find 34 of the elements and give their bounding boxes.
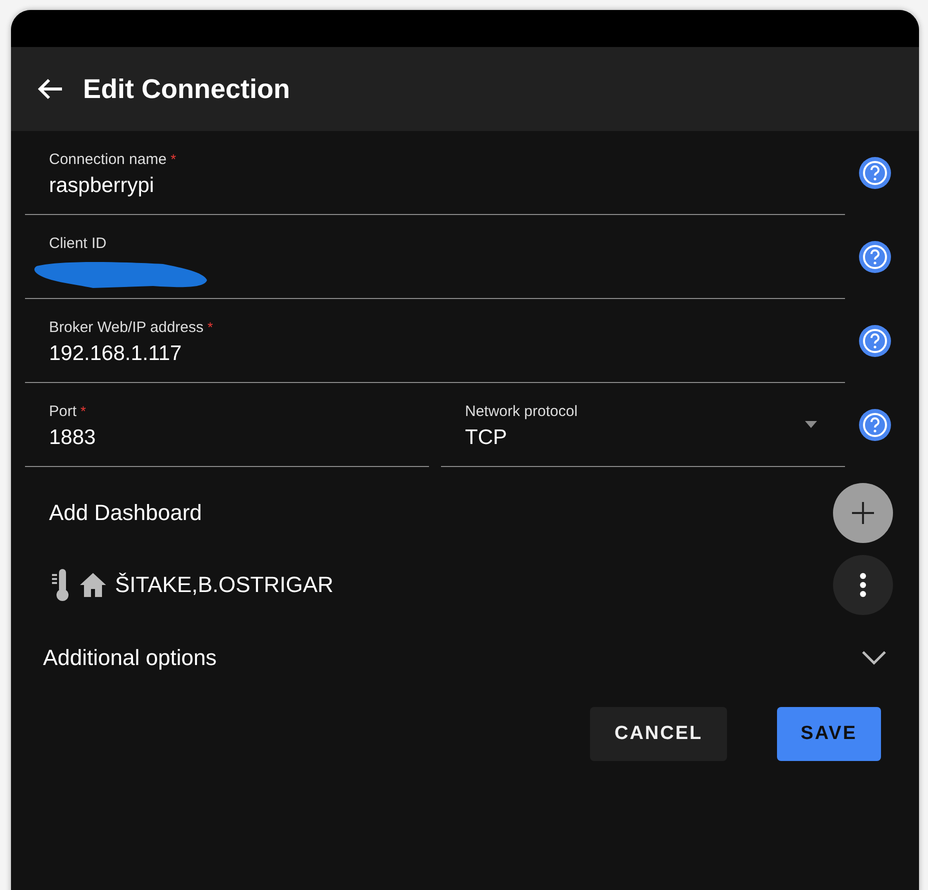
required-asterisk: * <box>208 319 213 335</box>
field-label: Port <box>49 403 77 420</box>
section-label: Add Dashboard <box>49 500 202 526</box>
protocol-dropdown[interactable]: Network protocol TCP <box>441 383 845 467</box>
help-icon[interactable] <box>859 409 891 441</box>
home-icon <box>79 572 107 598</box>
field-label: Connection name <box>49 151 167 168</box>
page-title: Edit Connection <box>83 74 290 104</box>
field-value: 1883 <box>49 426 97 450</box>
required-asterisk: * <box>80 403 86 419</box>
input-field[interactable]: Connection name * raspberrypi <box>25 131 845 215</box>
input-field[interactable]: Broker Web/IP address * 192.168.1.117 <box>25 299 845 383</box>
plus-icon <box>851 501 875 525</box>
help-icon[interactable] <box>859 325 891 357</box>
field-value: TCP <box>465 426 508 450</box>
thermometer-icon <box>49 567 71 603</box>
help-icon[interactable] <box>859 241 891 273</box>
field-label: Network protocol <box>465 403 578 420</box>
dashboard-name: ŠITAKE,B.OSTRIGAR <box>115 572 334 598</box>
input-field[interactable]: Client ID <box>25 215 845 299</box>
field-value: 192.168.1.117 <box>49 342 183 366</box>
cancel-button[interactable]: CANCEL <box>590 707 727 761</box>
chevron-down-icon <box>861 650 887 666</box>
dropdown-caret-icon <box>805 421 817 428</box>
back-arrow-icon[interactable] <box>37 78 63 100</box>
field-label: Client ID <box>49 235 107 252</box>
help-icon[interactable] <box>859 157 891 189</box>
additional-options-toggle[interactable]: Additional options <box>25 615 891 671</box>
required-asterisk: * <box>170 151 176 167</box>
field-label: Broker Web/IP address <box>49 319 204 336</box>
field-value: raspberrypi <box>49 174 156 198</box>
kebab-menu-icon <box>859 572 867 598</box>
save-button[interactable]: SAVE <box>776 707 881 761</box>
input-field[interactable]: Port * 1883 <box>25 383 429 467</box>
